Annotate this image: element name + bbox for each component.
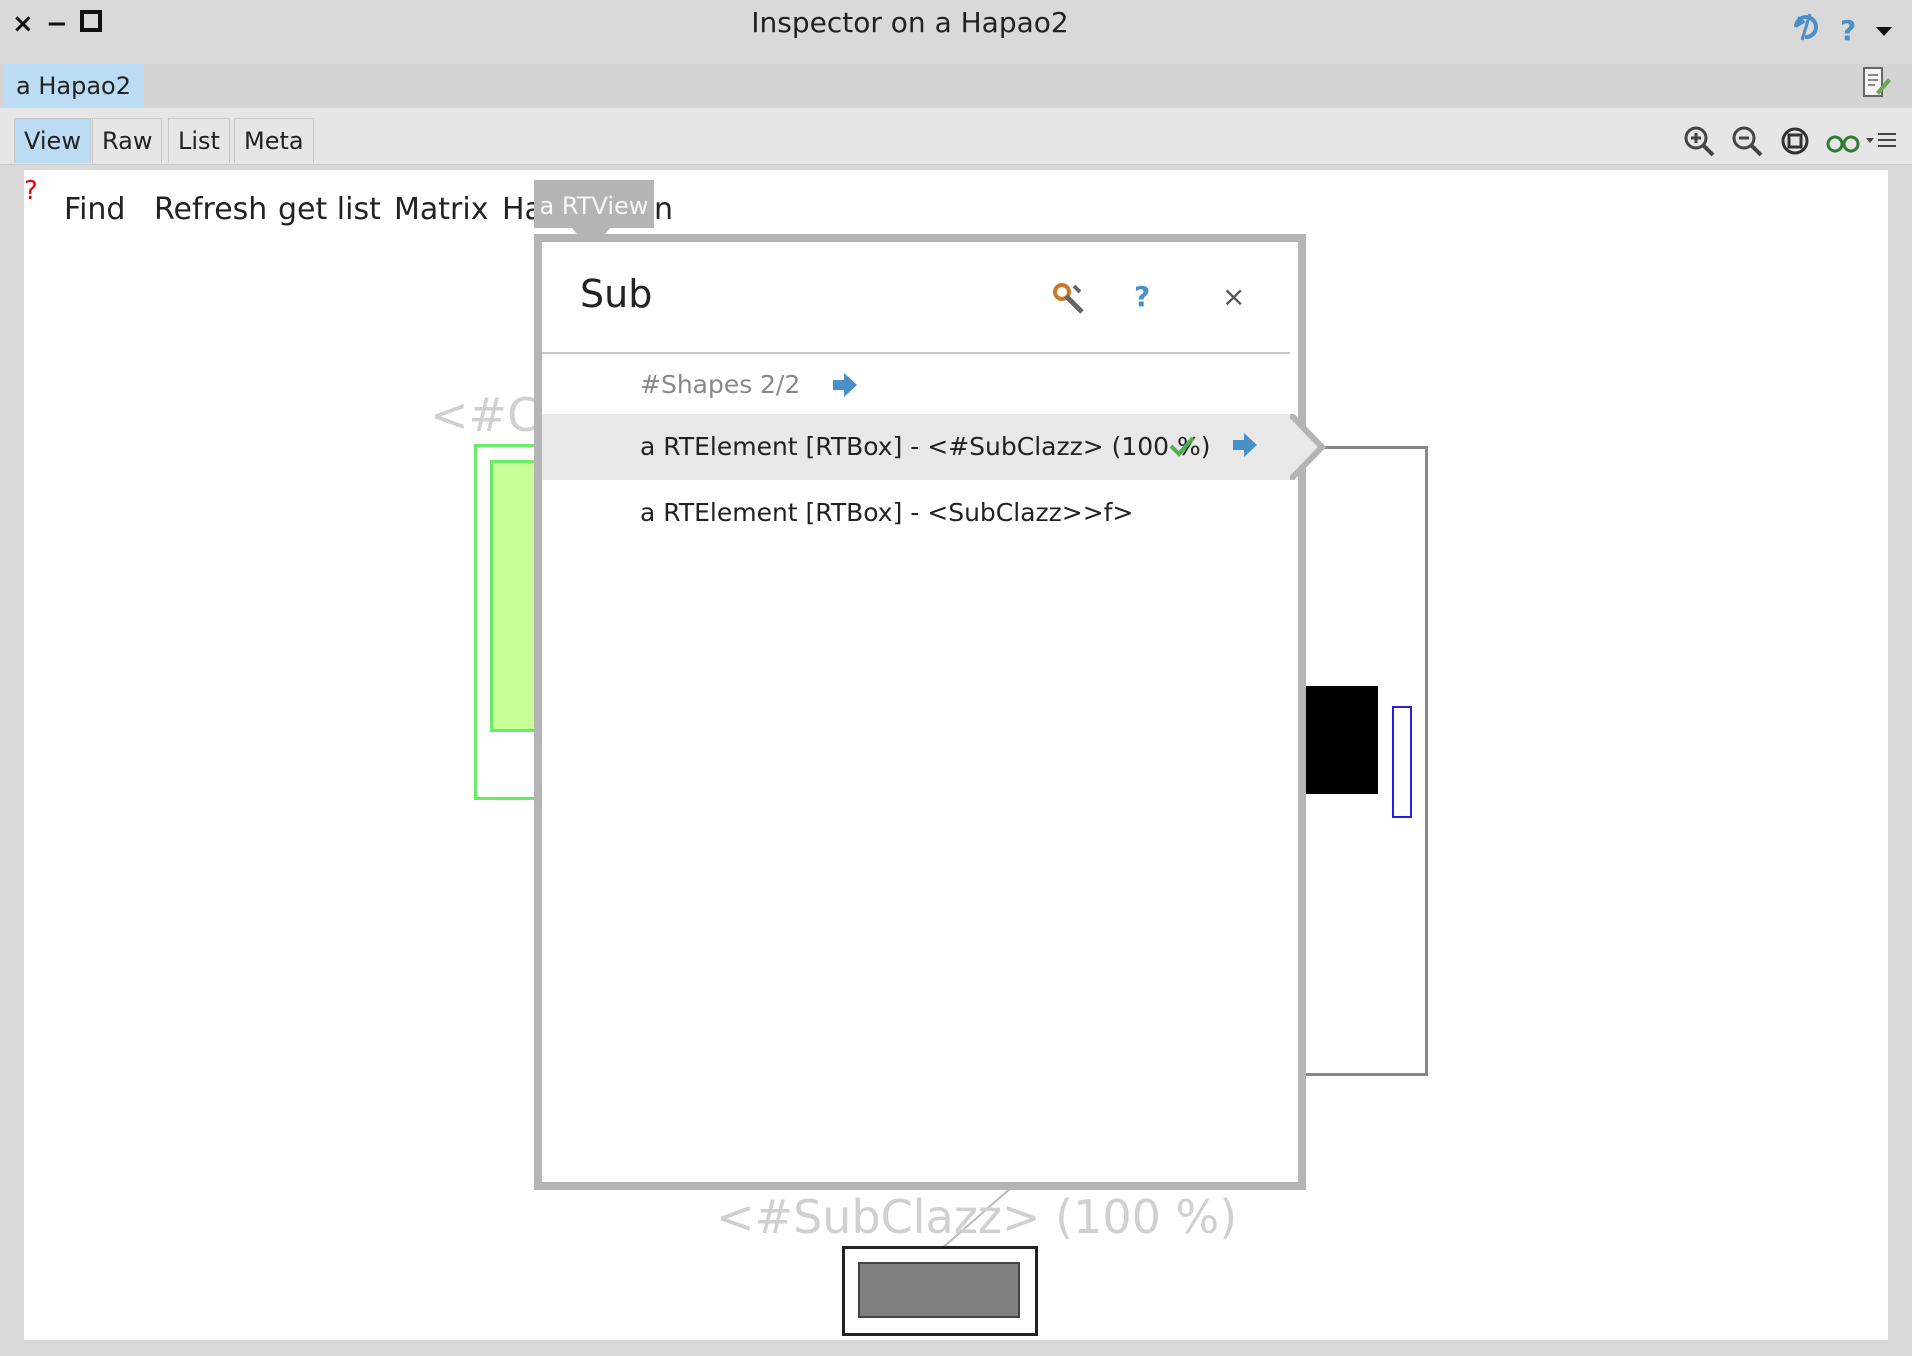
row-selection-pointer	[1290, 414, 1327, 480]
error-indicator: ?	[24, 176, 38, 206]
window-menu-chevron-icon[interactable]	[1874, 24, 1894, 43]
shapes-go-arrow-icon[interactable]	[830, 370, 860, 404]
check-icon	[1168, 432, 1196, 464]
refresh-icon[interactable]	[1788, 10, 1822, 48]
object-tab-strip	[0, 64, 1912, 108]
help-icon[interactable]: ?	[1840, 14, 1856, 47]
settings-wrench-icon[interactable]	[1050, 280, 1086, 320]
popover-title: Sub	[580, 272, 653, 316]
tab-view[interactable]: View	[14, 118, 91, 163]
subclazz-box-inner[interactable]	[858, 1262, 1020, 1318]
shapes-count: 2/2	[760, 370, 801, 399]
zoom-in-icon[interactable]	[1682, 124, 1716, 158]
edit-document-icon[interactable]	[1862, 66, 1892, 100]
menu-matrix[interactable]: Matrix	[394, 192, 488, 227]
menu-n[interactable]: n	[654, 192, 673, 227]
popover-close-icon[interactable]: ×	[1222, 280, 1245, 313]
shapes-label: #Shapes	[640, 370, 753, 399]
list-item-label: a RTElement [RTBox] - <#SubClazz> (100 %…	[640, 432, 1211, 461]
popover-help-icon[interactable]: ?	[1134, 280, 1150, 313]
blue-box[interactable]	[1392, 706, 1412, 818]
row-go-arrow-icon[interactable]	[1230, 430, 1260, 464]
glasses-icon[interactable]	[1826, 124, 1860, 158]
window-title: Inspector on a Hapao2	[751, 6, 1069, 39]
tab-list[interactable]: List	[168, 118, 230, 163]
menu-find[interactable]: Find	[64, 192, 125, 227]
zoom-out-icon[interactable]	[1730, 124, 1764, 158]
faint-subclazz-label: <#SubClazz> (100 %)	[716, 1190, 1238, 1244]
tab-meta[interactable]: Meta	[234, 118, 314, 163]
zoom-fit-icon[interactable]	[1778, 124, 1812, 158]
popover-separator	[542, 352, 1290, 354]
tab-raw[interactable]: Raw	[92, 118, 163, 163]
menu-get-list[interactable]: get list	[278, 192, 381, 227]
tab-a-hapao2[interactable]: a Hapao2	[4, 64, 143, 108]
list-item-label: a RTElement [RTBox] - <SubClazz>>f>	[640, 498, 1134, 527]
menu-refresh[interactable]: Refresh	[154, 192, 267, 227]
view-menu-icon[interactable]	[1864, 124, 1898, 158]
popover-pointer-label: a RTView	[534, 180, 654, 228]
